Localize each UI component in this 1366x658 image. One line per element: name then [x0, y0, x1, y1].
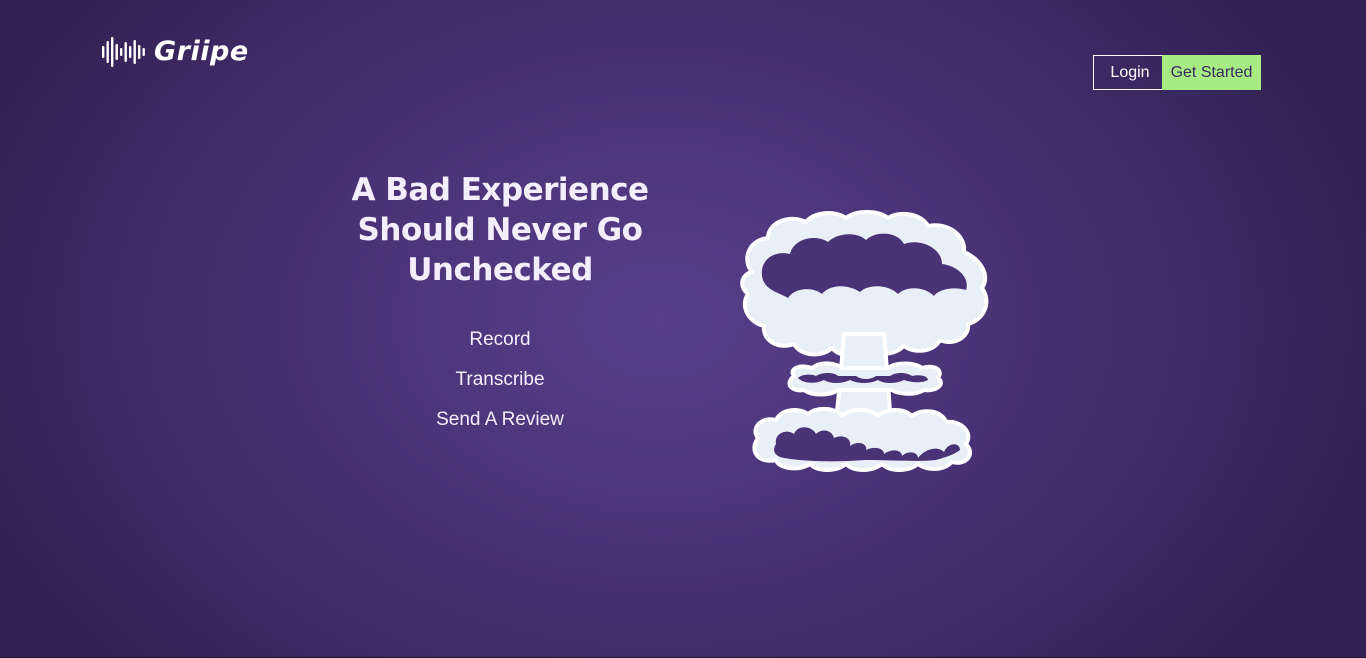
feature-list: Record Transcribe Send A Review: [340, 320, 660, 440]
brand-logo[interactable]: Griipe: [102, 36, 249, 68]
headline-line-3: Unchecked: [407, 252, 593, 288]
mushroom-cloud-icon: [740, 210, 989, 472]
brand-name: Griipe: [154, 36, 249, 67]
feature-record: Record: [469, 329, 531, 350]
feature-send-review: Send A Review: [436, 409, 564, 430]
feature-transcribe: Transcribe: [455, 369, 545, 390]
headline-line-1: A Bad Experience: [351, 172, 649, 208]
hero-headline: A Bad Experience Should Never Go Uncheck…: [340, 170, 660, 290]
auth-buttons: Login Get Started: [1093, 55, 1261, 90]
headline-line-2: Should Never Go: [357, 212, 643, 248]
login-button[interactable]: Login: [1093, 55, 1162, 90]
sound-wave-icon: [102, 37, 145, 67]
get-started-button[interactable]: Get Started: [1162, 55, 1261, 90]
hero-copy: A Bad Experience Should Never Go Uncheck…: [340, 170, 660, 440]
